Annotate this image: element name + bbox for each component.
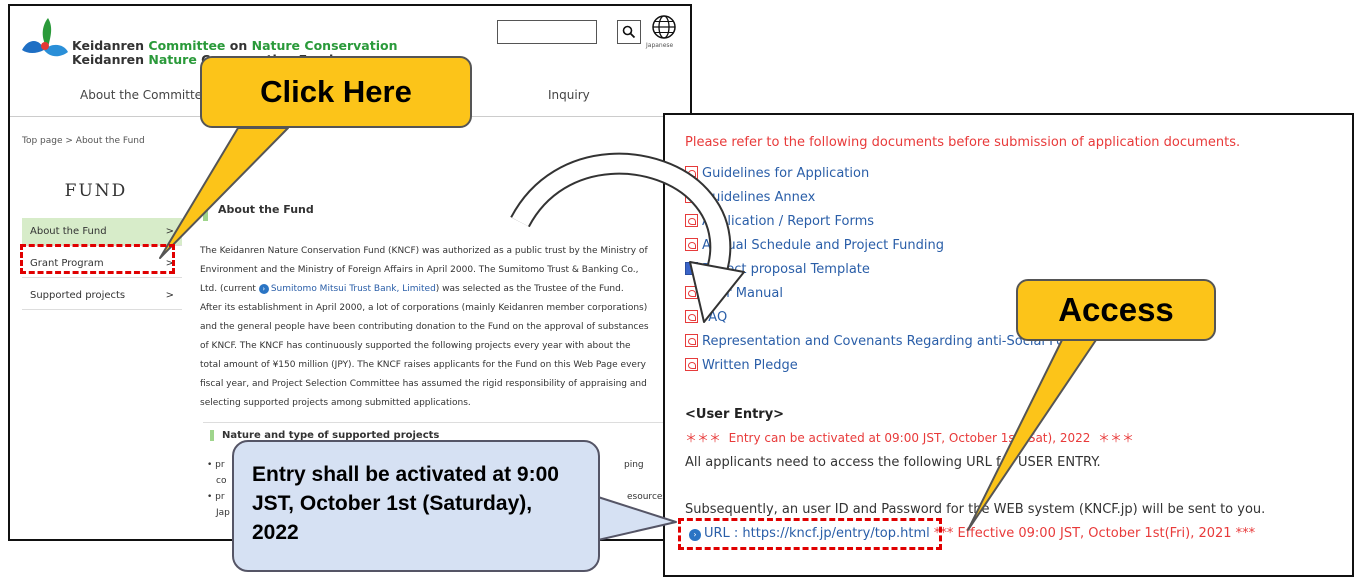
highlight-entry-url: [678, 518, 942, 550]
callout-tail: [967, 339, 1097, 531]
callout-tail: [159, 127, 289, 259]
access-callout: Access: [1016, 279, 1216, 341]
highlight-grant-program: [20, 244, 175, 274]
entry-activated-callout: Entry shall be activated at 9:00 JST, Oc…: [232, 440, 600, 572]
callout-tail: [597, 496, 677, 541]
curved-arrow-icon: [510, 152, 745, 323]
click-here-callout: Click Here: [200, 56, 472, 128]
